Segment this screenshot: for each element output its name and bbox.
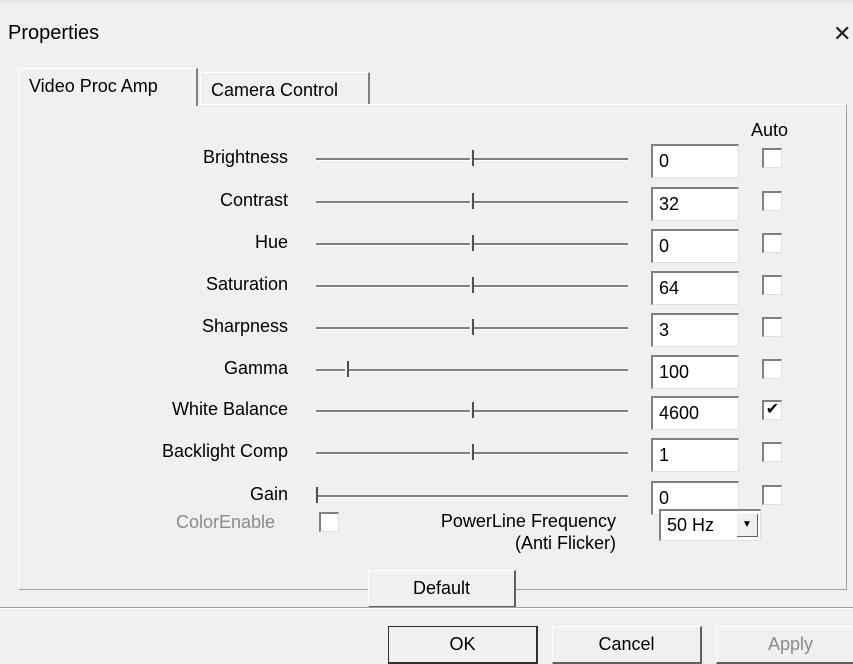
default-button[interactable]: Default	[368, 570, 516, 608]
saturation-slider-thumb[interactable]	[470, 277, 474, 293]
hue-slider-thumb[interactable]	[470, 235, 474, 251]
window-top-edge	[0, 0, 853, 3]
white-balance-label: White Balance	[171, 399, 288, 419]
powerline-frequency-select[interactable]: 50 Hz ▼	[659, 509, 761, 541]
contrast-slider-thumb[interactable]	[470, 193, 474, 209]
close-icon[interactable]: ✕	[833, 21, 851, 47]
sharpness-slider-thumb[interactable]	[470, 319, 474, 335]
ok-button[interactable]: OK	[388, 626, 538, 664]
backlight-comp-slider-thumb[interactable]	[470, 444, 474, 460]
sharpness-label: Sharpness	[201, 316, 288, 336]
gain-label: Gain	[249, 484, 288, 504]
hue-label: Hue	[254, 232, 288, 252]
contrast-value-field[interactable]: 32	[651, 187, 739, 221]
powerline-frequency-value: 50 Hz	[667, 515, 715, 535]
sharpness-auto-checkbox[interactable]	[762, 317, 782, 337]
gamma-value-field[interactable]: 100	[651, 355, 739, 389]
tab-camera-control[interactable]: Camera Control	[200, 72, 370, 106]
backlight-comp-label: Backlight Comp	[161, 441, 288, 461]
backlight-comp-value-field[interactable]: 1	[651, 438, 739, 472]
gamma-auto-checkbox[interactable]	[762, 359, 782, 379]
gain-slider-thumb[interactable]	[314, 487, 318, 503]
gamma-slider-thumb[interactable]	[345, 361, 349, 377]
saturation-label: Saturation	[205, 274, 288, 294]
white-balance-auto-checkbox[interactable]: ✔	[762, 400, 782, 420]
brightness-value-field[interactable]: 0	[651, 144, 739, 178]
saturation-value-field[interactable]: 64	[651, 271, 739, 305]
check-icon: ✔	[765, 401, 780, 418]
chevron-down-icon[interactable]: ▼	[737, 514, 758, 537]
auto-column-header: Auto	[751, 120, 789, 140]
hue-value-field[interactable]: 0	[651, 229, 739, 263]
saturation-auto-checkbox[interactable]	[762, 275, 782, 295]
gain-slider-track[interactable]	[316, 495, 628, 498]
cancel-button[interactable]: Cancel	[552, 626, 702, 664]
gamma-label: Gamma	[223, 358, 288, 378]
brightness-auto-checkbox[interactable]	[762, 148, 782, 168]
white-balance-value-field[interactable]: 4600	[651, 396, 739, 430]
powerline-frequency-label-line1: PowerLine Frequency	[440, 511, 616, 531]
gamma-slider-track[interactable]	[316, 369, 628, 372]
apply-button: Apply	[716, 626, 853, 664]
gain-auto-checkbox[interactable]	[762, 485, 782, 505]
white-balance-slider-thumb[interactable]	[470, 402, 474, 418]
hue-auto-checkbox[interactable]	[762, 233, 782, 253]
backlight-comp-auto-checkbox[interactable]	[762, 442, 782, 462]
contrast-label: Contrast	[219, 190, 288, 210]
tab-video-proc-amp[interactable]: Video Proc Amp	[18, 68, 198, 106]
window-title: Properties	[8, 22, 100, 44]
powerline-frequency-label: PowerLine Frequency (Anti Flicker)	[390, 510, 616, 554]
dialog-separator	[0, 607, 853, 609]
brightness-label: Brightness	[202, 147, 288, 167]
brightness-slider-thumb[interactable]	[470, 150, 474, 166]
color-enable-label: ColorEnable	[176, 512, 276, 532]
sharpness-value-field[interactable]: 3	[651, 313, 739, 347]
powerline-frequency-label-line2: (Anti Flicker)	[514, 533, 616, 553]
color-enable-checkbox	[319, 512, 339, 532]
contrast-auto-checkbox[interactable]	[762, 191, 782, 211]
